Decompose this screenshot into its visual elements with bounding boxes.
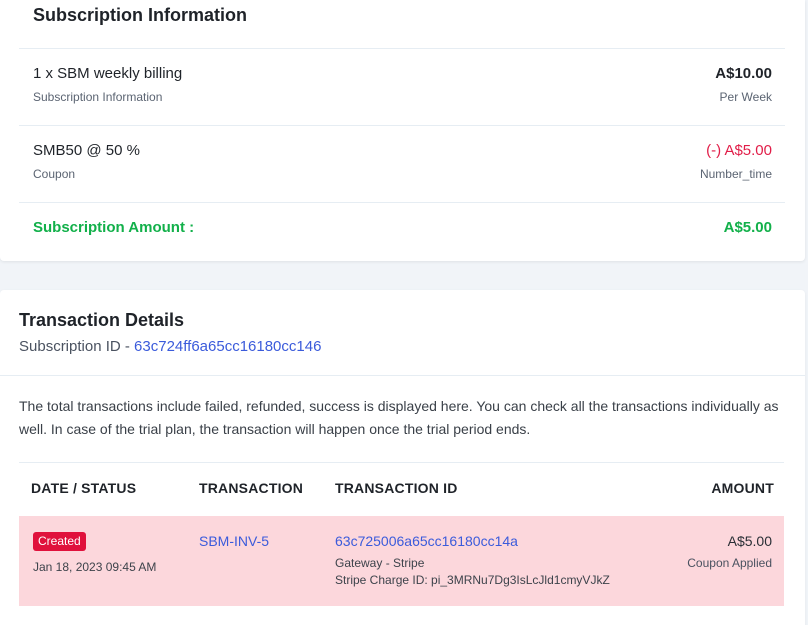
column-header-transaction-id: TRANSACTION ID	[335, 480, 458, 496]
status-badge: Created	[33, 532, 86, 551]
divider	[0, 375, 805, 376]
divider	[19, 125, 785, 126]
subscription-id-label: Subscription ID -	[19, 338, 130, 355]
transaction-card: Transaction Details Subscription ID - 63…	[0, 290, 805, 625]
transaction-id-link[interactable]: 63c725006a65cc16180cc14a	[335, 533, 518, 549]
coupon-period: Number_time	[699, 167, 772, 181]
column-header-date-status: DATE / STATUS	[31, 480, 137, 496]
subscription-id-link[interactable]: 63c724ff6a65cc16180cc146	[134, 338, 321, 355]
transaction-title: Transaction Details	[19, 310, 185, 330]
plan-period: Per Week	[719, 90, 772, 104]
column-header-transaction: TRANSACTION	[199, 480, 304, 496]
transaction-gateway: Gateway - Stripe	[335, 556, 425, 570]
transaction-amount: A$5.00	[727, 533, 772, 549]
coupon-subtitle: Coupon	[33, 167, 76, 181]
transaction-invoice-link[interactable]: SBM-INV-5	[199, 533, 269, 549]
plan-name: 1 x SBM weekly billing	[33, 65, 183, 82]
subscription-id-row: Subscription ID - 63c724ff6a65cc16180cc1…	[19, 338, 321, 355]
column-header-amount: AMOUNT	[711, 480, 774, 496]
subscription-title: Subscription Information	[33, 5, 247, 25]
subscription-amount-value: A$5.00	[723, 219, 772, 236]
transaction-amount-note: Coupon Applied	[687, 556, 772, 570]
coupon-amount: (-) A$5.00	[706, 142, 772, 159]
plan-subtitle: Subscription Information	[33, 90, 163, 104]
subscription-amount-label: Subscription Amount :	[33, 219, 195, 236]
transactions-description: The total transactions include failed, r…	[19, 398, 779, 437]
transaction-date: Jan 18, 2023 09:45 AM	[33, 560, 157, 574]
plan-amount: A$10.00	[715, 65, 772, 82]
subscription-card: Subscription Information 1 x SBM weekly …	[0, 0, 805, 261]
divider	[19, 48, 785, 49]
divider	[19, 462, 784, 463]
coupon-name: SMB50 @ 50 %	[33, 142, 140, 159]
divider	[19, 202, 785, 203]
transaction-charge-id: Stripe Charge ID: pi_3MRNu7Dg3IsLcJld1cm…	[335, 573, 610, 587]
